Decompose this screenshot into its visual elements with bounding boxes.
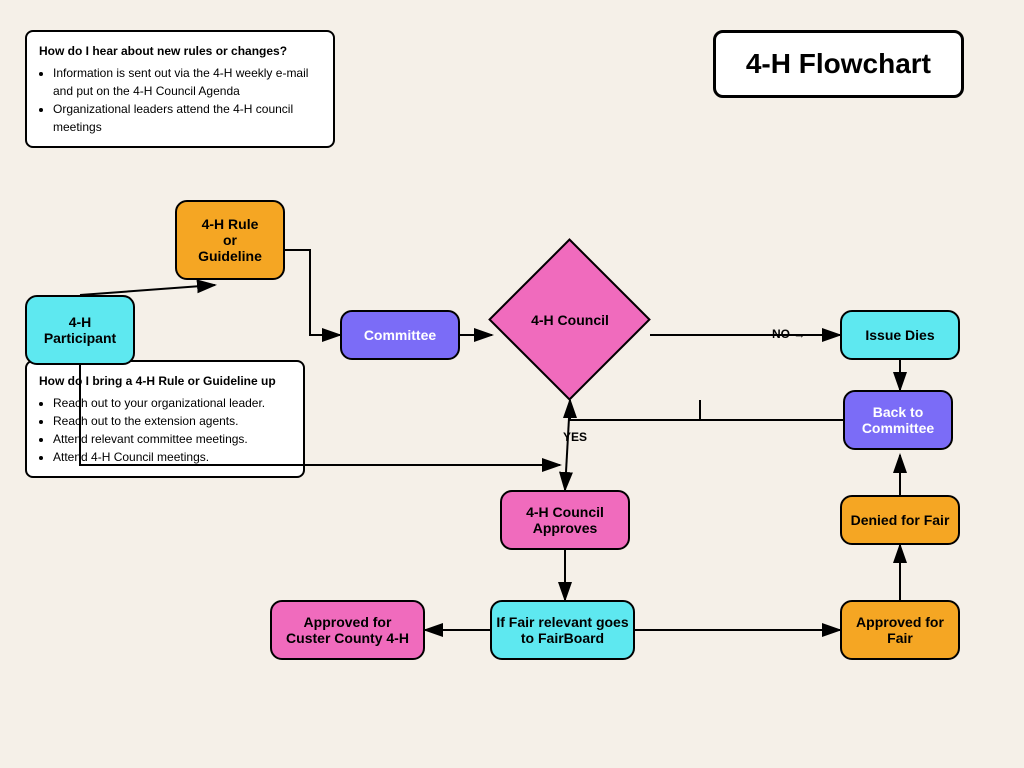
label-no: – NO → bbox=[762, 327, 805, 341]
node-fairboard: If Fair relevant goesto FairBoard bbox=[490, 600, 635, 660]
node-council-approves: 4-H CouncilApproves bbox=[500, 490, 630, 550]
fairboard-label: If Fair relevant goesto FairBoard bbox=[496, 614, 628, 646]
committee-label: Committee bbox=[364, 327, 436, 343]
title-text: 4-H Flowchart bbox=[746, 48, 931, 79]
label-yes: YES bbox=[563, 430, 587, 444]
node-committee: Committee bbox=[340, 310, 460, 360]
approved-fair-label: Approved forFair bbox=[856, 614, 944, 646]
flowchart-title: 4-H Flowchart bbox=[713, 30, 964, 98]
info-top-item-1: Information is sent out via the 4-H week… bbox=[53, 64, 321, 100]
info-top-item-2: Organizational leaders attend the 4-H co… bbox=[53, 100, 321, 136]
council-approves-label: 4-H CouncilApproves bbox=[526, 504, 604, 536]
info-bottom-title: How do I bring a 4-H Rule or Guideline u… bbox=[39, 372, 291, 390]
back-committee-label: Back toCommittee bbox=[862, 404, 934, 436]
info-bottom-item-4: Attend 4-H Council meetings. bbox=[53, 448, 291, 466]
diamond-wrapper: 4-H Council bbox=[490, 240, 650, 400]
info-bottom-item-2: Reach out to the extension agents. bbox=[53, 412, 291, 430]
info-top-list: Information is sent out via the 4-H week… bbox=[39, 64, 321, 136]
node-back-to-committee: Back toCommittee bbox=[843, 390, 953, 450]
council-label: 4-H Council bbox=[490, 240, 650, 400]
node-approved-custer: Approved forCuster County 4-H bbox=[270, 600, 425, 660]
info-top-title: How do I hear about new rules or changes… bbox=[39, 42, 321, 60]
rule-label: 4-H RuleorGuideline bbox=[198, 216, 262, 264]
node-rule: 4-H RuleorGuideline bbox=[175, 200, 285, 280]
denied-label: Denied for Fair bbox=[851, 512, 950, 528]
node-issue-dies: Issue Dies bbox=[840, 310, 960, 360]
issue-dies-label: Issue Dies bbox=[865, 327, 934, 343]
node-participant: 4-HParticipant bbox=[25, 295, 135, 365]
participant-label: 4-HParticipant bbox=[44, 314, 116, 346]
info-bottom-item-3: Attend relevant committee meetings. bbox=[53, 430, 291, 448]
approved-custer-label: Approved forCuster County 4-H bbox=[286, 614, 409, 646]
node-denied-for-fair: Denied for Fair bbox=[840, 495, 960, 545]
info-bottom-item-1: Reach out to your organizational leader. bbox=[53, 394, 291, 412]
node-approved-for-fair: Approved forFair bbox=[840, 600, 960, 660]
canvas: 4-H Flowchart How do I hear about new ru… bbox=[0, 0, 1024, 768]
info-box-bottom: How do I bring a 4-H Rule or Guideline u… bbox=[25, 360, 305, 478]
info-bottom-list: Reach out to your organizational leader.… bbox=[39, 394, 291, 466]
info-box-top: How do I hear about new rules or changes… bbox=[25, 30, 335, 148]
